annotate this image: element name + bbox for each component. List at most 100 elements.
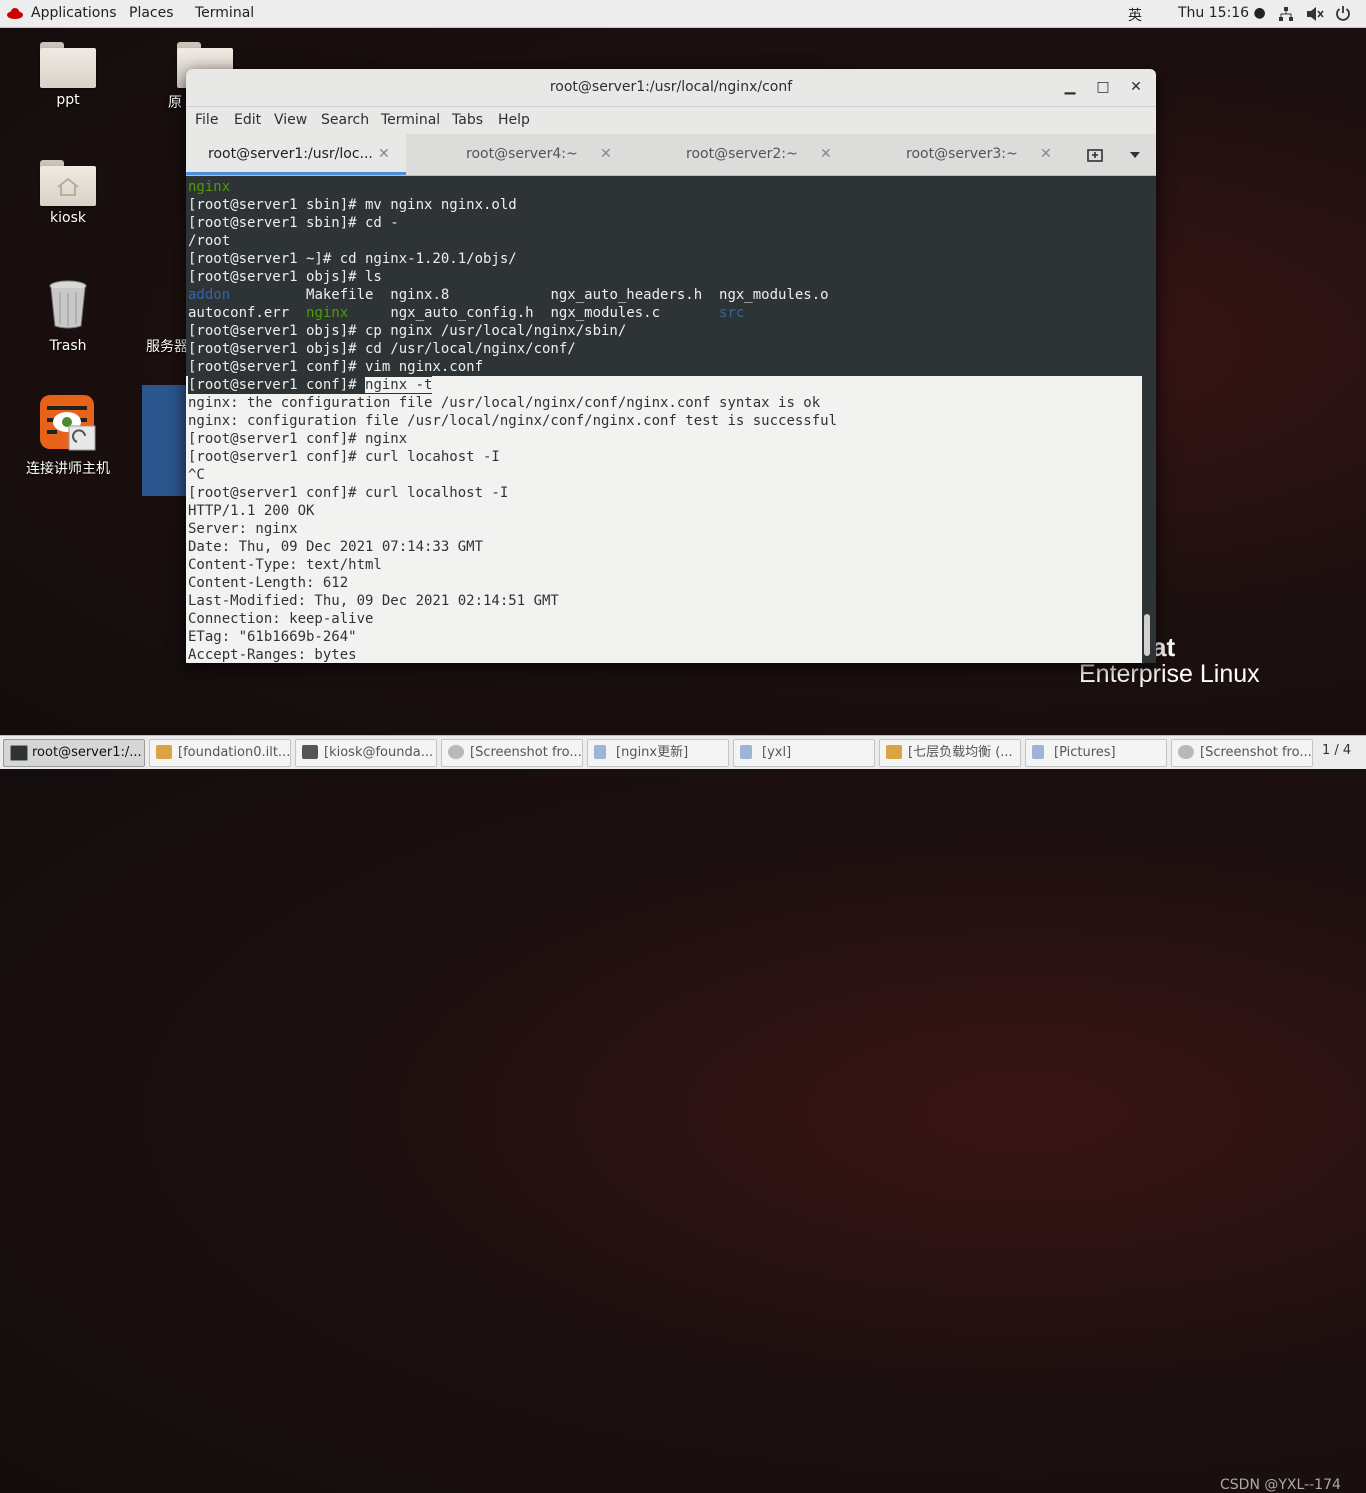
desktop-selection-highlight	[142, 385, 188, 496]
desktop-icon-label: Trash	[49, 338, 87, 354]
power-icon[interactable]	[1335, 5, 1351, 21]
image-viewer-icon	[448, 745, 464, 759]
terminal-line: [root@server1 objs]# cd /usr/local/nginx…	[188, 341, 576, 357]
tab-server4[interactable]: root@server4:~ ✕	[444, 134, 664, 175]
menu-search[interactable]: Search	[321, 112, 369, 128]
taskbar-item-load-balance[interactable]: [七层负载均衡 (...	[879, 739, 1021, 767]
terminal-line: nginx	[188, 179, 231, 195]
input-method-indicator[interactable]: 英	[1128, 5, 1142, 25]
tab-bar: root@server1:/usr/loc... ✕ root@server4:…	[186, 134, 1156, 176]
home-folder-icon	[40, 160, 96, 206]
minimize-button[interactable]: ▁	[1057, 69, 1083, 106]
tab-close-icon[interactable]: ✕	[600, 134, 612, 175]
terminal-line: Content-Length: 612	[188, 574, 349, 592]
menu-terminal[interactable]: Terminal	[381, 112, 440, 128]
branding-product: Enterprise Linux	[1079, 660, 1260, 688]
tab-server3[interactable]: root@server3:~ ✕	[884, 134, 1104, 175]
maximize-button[interactable]: □	[1090, 69, 1116, 106]
places-menu[interactable]: Places	[129, 5, 174, 21]
network-icon[interactable]	[1278, 6, 1294, 22]
close-button[interactable]: ✕	[1123, 69, 1149, 106]
taskbar-item-label: [kiosk@founda...	[324, 745, 434, 760]
top-panel: Applications Places Terminal 英 Thu 15:16…	[0, 0, 1366, 28]
desktop-icon-ppt[interactable]: ppt	[13, 42, 123, 108]
terminal-line: Date: Thu, 09 Dec 2021 07:14:33 GMT	[188, 538, 484, 556]
taskbar-item-label: [Pictures]	[1054, 745, 1116, 760]
desktop-icon-label: ppt	[56, 92, 80, 108]
terminal-line: [root@server1 conf]# curl localhost -I	[188, 484, 509, 502]
terminal-icon	[10, 745, 28, 761]
file-manager-icon	[594, 745, 606, 759]
applications-menu[interactable]: Applications	[31, 5, 117, 21]
terminal-line: nginx: the configuration file /usr/local…	[188, 394, 821, 412]
taskbar-item-screenshot-2[interactable]: [Screenshot fro...	[1171, 739, 1313, 767]
trash-icon	[49, 280, 87, 329]
terminal-line-prompt: [root@server1 conf]# nginx -t	[188, 376, 433, 394]
ls-entries: ngx_auto_config.h ngx_modules.c	[348, 305, 720, 321]
menu-bar: File Edit View Search Terminal Tabs Help	[186, 107, 1156, 134]
taskbar-item-nginx-folder[interactable]: [nginx更新]	[587, 739, 729, 767]
desktop-icon-kiosk[interactable]: kiosk	[13, 160, 123, 226]
tab-close-icon[interactable]: ✕	[378, 134, 390, 175]
taskbar-item-label: [七层负载均衡 (...	[908, 745, 1013, 760]
terminal-line: Server: nginx	[188, 520, 298, 538]
menu-file[interactable]: File	[195, 112, 218, 128]
tab-server2[interactable]: root@server2:~ ✕	[664, 134, 884, 175]
tab-close-icon[interactable]: ✕	[1040, 134, 1052, 175]
redhat-icon	[7, 8, 23, 19]
terminal-line: Connection: keep-alive	[188, 610, 374, 628]
image-viewer-icon	[1178, 745, 1194, 759]
terminal-icon	[302, 745, 318, 759]
taskbar-item-label: [nginx更新]	[616, 745, 689, 760]
taskbar-item-yxl-folder[interactable]: [yxl]	[733, 739, 875, 767]
taskbar-item-screenshot-1[interactable]: [Screenshot fro...	[441, 739, 583, 767]
terminal-line: [root@server1 sbin]# cd -	[188, 215, 399, 231]
terminal-line: ETag: "61b1669b-264"	[188, 628, 357, 646]
tab-server1[interactable]: root@server1:/usr/loc... ✕	[186, 134, 406, 175]
window-titlebar[interactable]: root@server1:/usr/local/nginx/conf ▁ □ ✕	[186, 69, 1156, 107]
desktop-icon-connect-teacher[interactable]: 连接讲师主机	[13, 394, 123, 478]
terminal-line-ls-1: addon Makefile nginx.8 ngx_auto_headers.…	[188, 286, 829, 304]
ls-entries: autoconf.err	[188, 305, 307, 321]
workspace-pager[interactable]: 1 / 4	[1322, 743, 1351, 758]
ls-dir-entry: addon	[188, 287, 231, 303]
terminal-line: [root@server1 conf]# vim nginx.conf	[188, 359, 484, 375]
document-icon	[886, 745, 902, 759]
menu-tabs[interactable]: Tabs	[452, 112, 483, 128]
clock[interactable]: Thu 15:16 ●	[1178, 5, 1266, 21]
chevron-down-icon[interactable]	[1129, 151, 1141, 159]
terminal-scrollbar[interactable]	[1144, 614, 1150, 656]
terminal-menu[interactable]: Terminal	[195, 5, 254, 21]
terminal-line: [root@server1 conf]# nginx	[188, 430, 408, 448]
folder-icon	[40, 42, 96, 88]
file-manager-icon	[1032, 745, 1044, 759]
window-title: root@server1:/usr/local/nginx/conf	[549, 79, 793, 95]
desktop-icon-label: 连接讲师主机	[26, 461, 110, 477]
new-tab-icon[interactable]	[1086, 147, 1104, 163]
desktop-icon-trash[interactable]: Trash	[13, 278, 123, 354]
ls-dir-entry: src	[719, 305, 745, 321]
menu-help[interactable]: Help	[498, 112, 530, 128]
terminal-line: [root@server1 objs]# cp nginx /usr/local…	[188, 323, 627, 339]
terminal-line: Accept-Ranges: bytes	[188, 646, 357, 663]
taskbar-item-terminal[interactable]: root@server1:/...	[3, 739, 145, 767]
terminal-line: HTTP/1.1 200 OK	[188, 502, 315, 520]
taskbar-item-kiosk-terminal[interactable]: [kiosk@founda...	[295, 739, 437, 767]
terminal-line: nginx: configuration file /usr/local/ngi…	[188, 412, 838, 430]
terminal-output[interactable]: nginx [root@server1 sbin]# mv nginx ngin…	[186, 176, 1142, 663]
menu-edit[interactable]: Edit	[234, 112, 261, 128]
taskbar-item-pictures[interactable]: [Pictures]	[1025, 739, 1167, 767]
ls-exec-entry: nginx	[306, 305, 349, 321]
tab-close-icon[interactable]: ✕	[820, 134, 832, 175]
terminal-line: [root@server1 sbin]# mv nginx nginx.old	[188, 197, 517, 213]
taskbar-item-foundation[interactable]: [foundation0.ilt....	[149, 739, 291, 767]
taskbar-item-label: [Screenshot fro...	[470, 745, 582, 760]
watermark-text: CSDN @YXL--174	[1220, 1477, 1341, 1493]
terminal-line-ls-2: autoconf.err nginx ngx_auto_config.h ngx…	[188, 304, 744, 322]
menu-view[interactable]: View	[274, 112, 307, 128]
taskbar-item-label: [yxl]	[762, 745, 792, 760]
volume-muted-icon[interactable]	[1306, 6, 1324, 22]
terminal-window[interactable]: root@server1:/usr/local/nginx/conf ▁ □ ✕…	[186, 69, 1156, 663]
terminal-line: ^C	[188, 466, 205, 484]
terminal-line: /root	[188, 233, 231, 249]
